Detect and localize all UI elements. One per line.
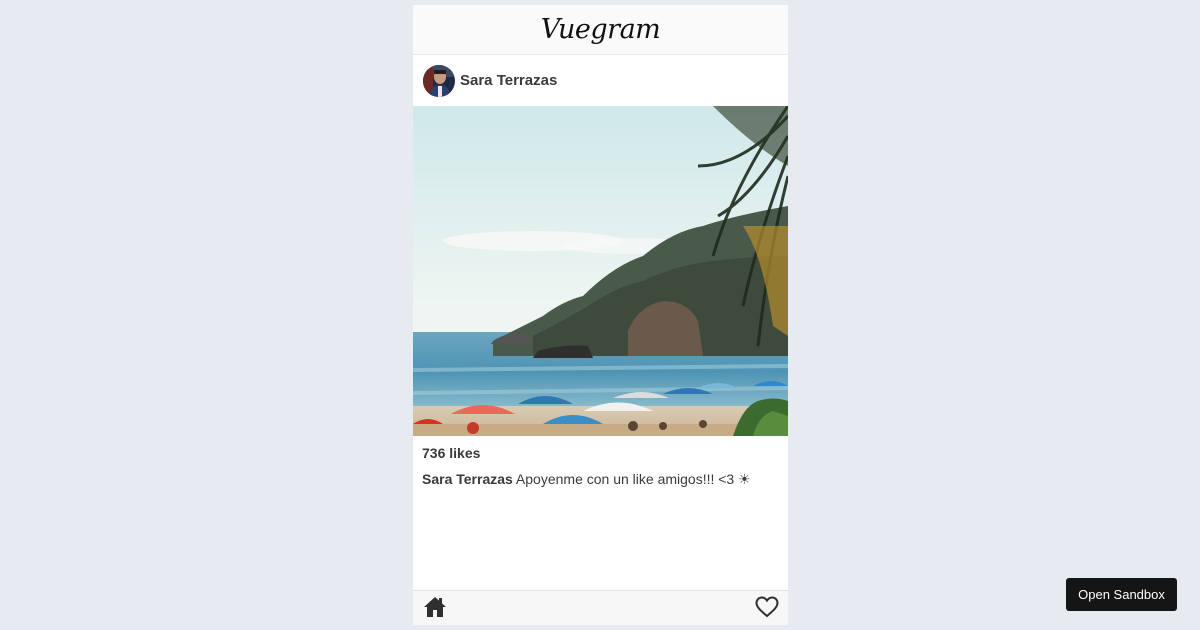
post-header: Sara Terrazas xyxy=(413,55,788,106)
app-logo[interactable]: Vuegram xyxy=(541,14,661,45)
heart-icon xyxy=(755,596,779,618)
avatar-image xyxy=(423,64,455,97)
likes-count[interactable]: 736 likes xyxy=(413,436,788,460)
caption-username[interactable]: Sara Terrazas xyxy=(422,471,513,487)
post-card: Sara Terrazas 736 likes Sara Terrazas Ap… xyxy=(413,55,788,488)
post-username[interactable]: Sara Terrazas xyxy=(460,72,557,89)
likes-nav-button[interactable] xyxy=(755,596,779,618)
open-sandbox-button[interactable]: Open Sandbox xyxy=(1066,578,1177,611)
beach-photo xyxy=(413,106,788,436)
home-icon xyxy=(424,597,446,617)
post-caption: Sara Terrazas Apoyenme con un like amigo… xyxy=(413,460,788,488)
app-header: Vuegram xyxy=(413,5,788,55)
post-image[interactable] xyxy=(413,106,788,436)
avatar[interactable] xyxy=(423,64,455,97)
home-button[interactable] xyxy=(422,595,448,619)
caption-text: Apoyenme con un like amigos!!! <3 ☀ xyxy=(512,471,751,487)
bottom-nav xyxy=(413,590,788,625)
app-frame: Vuegram Sara Terrazas 736 likes Sara Ter… xyxy=(413,5,788,625)
